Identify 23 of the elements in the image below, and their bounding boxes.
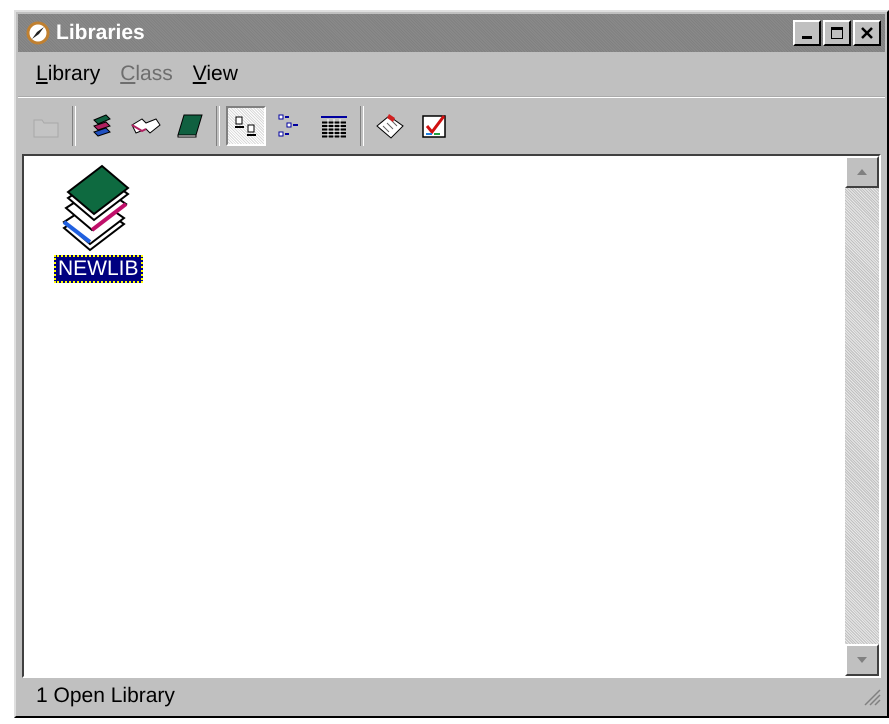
large-icons-icon	[233, 114, 259, 138]
book-icon	[176, 113, 204, 139]
details-view-icon	[319, 113, 349, 139]
maximize-button[interactable]	[823, 20, 851, 46]
library-item-label[interactable]: NEWLIB	[54, 255, 143, 283]
status-text: 1 Open Library	[36, 684, 175, 708]
checklist-icon	[420, 112, 448, 140]
notepad-icon	[375, 112, 405, 140]
window-title: Libraries	[56, 21, 146, 45]
up-arrow-icon	[856, 168, 868, 176]
vertical-scrollbar[interactable]	[845, 156, 879, 676]
close-icon	[860, 26, 874, 40]
scroll-down-button[interactable]	[845, 644, 879, 676]
menu-item[interactable]: View	[184, 60, 246, 88]
minimize-icon	[802, 36, 812, 39]
scroll-up-button[interactable]	[845, 156, 879, 188]
minimize-button[interactable]	[793, 20, 821, 46]
menu-item[interactable]: Library	[28, 60, 108, 88]
close-button[interactable]	[853, 20, 881, 46]
toolbar-button[interactable]	[226, 106, 266, 146]
maximize-icon	[830, 26, 844, 40]
compass-icon	[26, 21, 50, 45]
down-arrow-icon	[856, 656, 868, 664]
